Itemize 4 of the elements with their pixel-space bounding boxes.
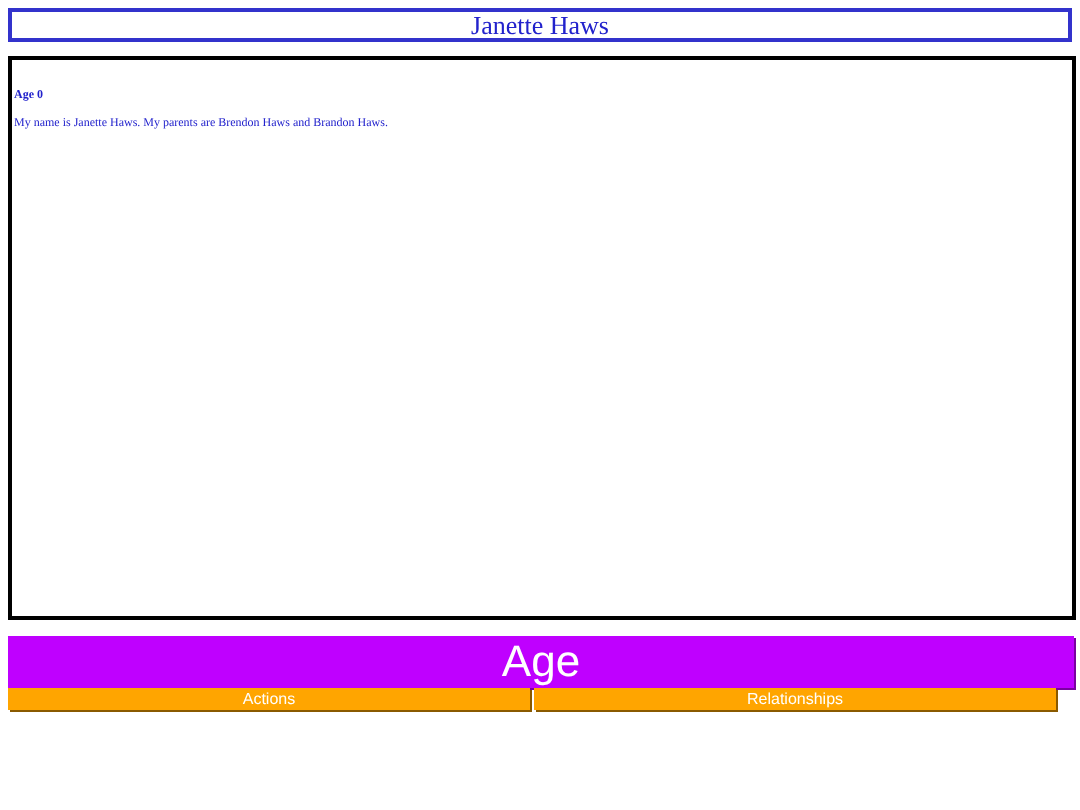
tab-button[interactable]: Relationships	[534, 688, 1056, 710]
age-button[interactable]: Age	[8, 636, 1074, 688]
tab-button[interactable]: Actions	[8, 688, 530, 710]
title-bar: Janette Haws	[8, 8, 1072, 42]
